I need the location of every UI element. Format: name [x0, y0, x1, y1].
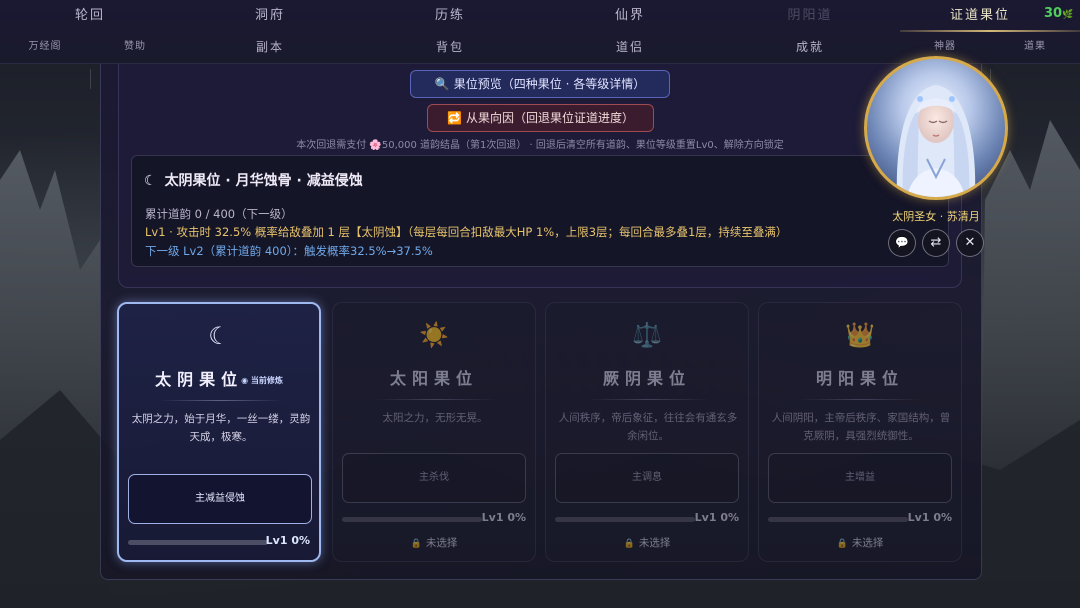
card-progress-bar [555, 517, 695, 522]
swap-icon: ⇄ [930, 235, 942, 250]
card-status: 🔒 未选择 [759, 535, 961, 550]
card-divider [799, 399, 923, 400]
nav-chengjiu[interactable]: 成就 [720, 32, 900, 62]
nav-beibao[interactable]: 背包 [360, 32, 540, 62]
card-status-text: 未选择 [638, 537, 671, 549]
leaf-icon: 🌿 [1062, 10, 1074, 20]
detail-title-text: 太阴果位 · 月华蚀骨 · 减益侵蚀 [164, 173, 363, 189]
detail-title: ☾ 太阴果位 · 月华蚀骨 · 减益侵蚀 [144, 170, 363, 190]
guowei-card-taiyin[interactable]: ☾ 太阴果位◉ 当前修炼 太阴之力，始于月华，一丝一缕，灵韵天成，极寒。 主减益… [117, 302, 321, 562]
card-progress-bar [342, 517, 482, 522]
nav-zanzhu[interactable]: 赞助 [90, 32, 180, 62]
nav-xianjie[interactable]: 仙界 [540, 0, 720, 32]
guowei-preview-label: 果位预览（四种果位 · 各等级详情） [453, 77, 646, 91]
nav-row-primary: 轮回 洞府 历练 仙界 阴阳道 证道果位 30🌿 [0, 0, 1080, 32]
guowei-card-mingyang[interactable]: 👑 明阳果位 人间阴阳，主帝后秩序、家国结构，曾克厥阴，具强烈统御性。 主增益 … [758, 302, 962, 562]
moon-icon: ☾ [208, 322, 230, 350]
character-name: 太阴圣女 · 苏清月 [892, 210, 980, 223]
sun-icon: ☀️ [419, 321, 449, 349]
search-icon: 🔍 [434, 77, 450, 91]
guowei-detail-box: ☾ 太阴果位 · 月华蚀骨 · 减益侵蚀 累计道韵 0 / 400（下一级） Lv… [131, 155, 949, 267]
card-level-progress: Lv1 0% [907, 511, 952, 524]
top-navigation: 轮回 洞府 历练 仙界 阴阳道 证道果位 30🌿 万经阁 赞助 副本 背包 道侣… [0, 0, 1080, 89]
card-status-text: 未选择 [851, 537, 884, 549]
card-title-text: 太阴果位 [155, 370, 244, 389]
guowei-preview-button[interactable]: 🔍 果位预览（四种果位 · 各等级详情） [410, 70, 670, 98]
nav-lilian[interactable]: 历练 [360, 0, 540, 32]
resource-counter-value: 30 [1044, 6, 1063, 21]
nav-dongfu[interactable]: 洞府 [180, 0, 360, 32]
card-progress-bar [768, 517, 908, 522]
card-divider [373, 399, 497, 400]
nav-wanjingge[interactable]: 万经阁 [0, 32, 90, 62]
card-description: 太阴之力，始于月华，一丝一缕，灵韵天成，极寒。 [131, 413, 311, 443]
card-status: 🔒 未选择 [333, 535, 535, 550]
card-title: 厥阴果位 [602, 369, 691, 388]
guowei-card-taiyang[interactable]: ☀️ 太阳果位 太阳之力，无形无晃。 主杀伐 Lv1 0% 🔒 未选择 [332, 302, 536, 562]
card-focus-button[interactable]: 主杀伐 [342, 453, 526, 503]
card-focus-button[interactable]: 主减益侵蚀 [128, 474, 312, 524]
character-portrait[interactable] [864, 56, 1008, 200]
lock-icon: 🔒 [623, 539, 635, 549]
moon-icon: ☾ [144, 173, 157, 189]
nav-yinyangdao[interactable]: 阴阳道 [720, 0, 900, 32]
reverse-cost-note: 本次回退需支付 🌸50,000 道韵结晶（第1次回退） · 回退后清空所有道韵、… [296, 140, 784, 151]
lock-icon: 🔒 [410, 539, 422, 549]
card-divider [586, 399, 710, 400]
reverse-progress-button[interactable]: 🔁 从果向因（回退果位证道进度） [427, 104, 654, 132]
card-title: 太阳果位 [389, 369, 478, 388]
current-cultivation-badge: ◉ 当前修炼 [241, 376, 283, 385]
portrait-avatar [896, 85, 976, 197]
nav-lunhui[interactable]: 轮回 [0, 0, 180, 32]
next-level-effect: 下一级 Lv2（累计道韵 400）：触发概率32.5%→37.5% [145, 244, 433, 258]
card-description: 太阳之力，无形无晃。 [382, 412, 488, 424]
chat-button[interactable]: 💬 [888, 229, 916, 257]
card-progress-bar [128, 540, 268, 545]
card-status-text: 未选择 [425, 537, 458, 549]
chat-icon: 💬 [895, 236, 909, 249]
current-level-effect: Lv1 · 攻击时 32.5% 概率给敌叠加 1 层【太阴蚀】（每层每回合扣敌最… [145, 225, 788, 239]
card-level-progress: Lv1 0% [481, 511, 526, 524]
reverse-progress-label: 从果向因（回退果位证道进度） [465, 111, 634, 125]
swap-button[interactable]: ⇄ [922, 229, 950, 257]
close-icon: ✕ [964, 235, 976, 250]
repeat-icon: 🔁 [447, 111, 462, 125]
card-description: 人间秩序，帝后象征，往往会有通玄多余闲位。 [558, 412, 738, 442]
nav-daoguo[interactable]: 道果 [990, 32, 1080, 62]
crown-icon: 👑 [845, 321, 875, 349]
card-level-progress: Lv1 0% [694, 511, 739, 524]
card-level-progress: Lv1 0% [265, 534, 310, 547]
card-status: 🔒 未选择 [546, 535, 748, 550]
close-button[interactable]: ✕ [956, 229, 984, 257]
card-title: 明阳果位 [815, 369, 904, 388]
card-title: 太阴果位◉ 当前修炼 [119, 366, 319, 390]
lock-icon: 🔒 [836, 539, 848, 549]
card-divider [159, 400, 283, 401]
card-focus-button[interactable]: 主增益 [768, 453, 952, 503]
guowei-card-jueyin[interactable]: ⚖️ 厥阴果位 人间秩序，帝后象征，往往会有通玄多余闲位。 主调息 Lv1 0%… [545, 302, 749, 562]
card-description: 人间阴阳，主帝后秩序、家国结构，曾克厥阴，具强烈统御性。 [771, 412, 951, 442]
scales-icon: ⚖️ [632, 321, 662, 349]
card-focus-button[interactable]: 主调息 [555, 453, 739, 503]
nav-separator [90, 69, 91, 89]
accumulated-daoyun: 累计道韵 0 / 400（下一级） [145, 207, 293, 221]
resource-counter: 30🌿 [1044, 6, 1073, 21]
nav-fuben[interactable]: 副本 [180, 32, 360, 62]
nav-daolv[interactable]: 道侣 [540, 32, 720, 62]
